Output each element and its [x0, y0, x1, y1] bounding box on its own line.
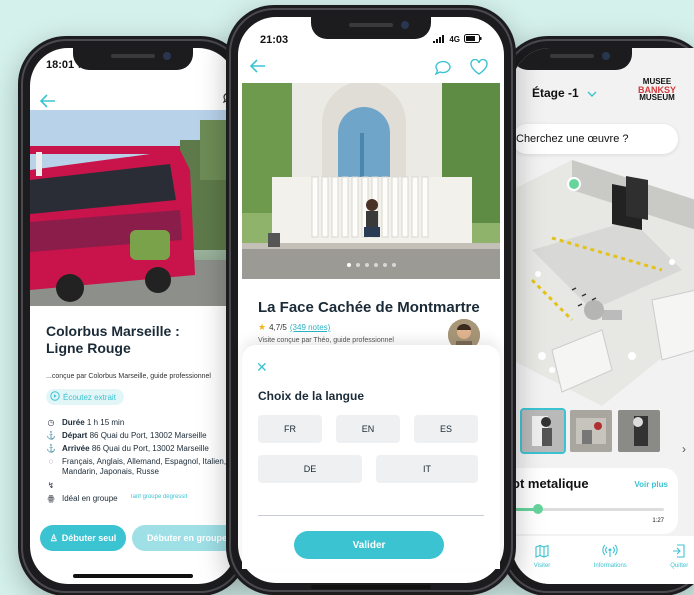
artwork-thumbnail[interactable]	[618, 410, 660, 452]
lang-option-fr[interactable]: FR	[258, 415, 322, 443]
group-icon: ꙮ	[47, 494, 55, 503]
battery-icon	[464, 34, 482, 45]
carousel-dots	[226, 263, 516, 267]
tab-visit[interactable]: Visiter	[534, 544, 550, 584]
tour-title: La Face Cachée de Montmartre	[258, 299, 480, 316]
heart-icon[interactable]	[470, 58, 488, 80]
group-rate: Tarif groupe dégressif	[129, 494, 188, 500]
artwork-thumbnails	[520, 408, 660, 454]
divider	[258, 515, 484, 516]
lang-option-en[interactable]: EN	[336, 415, 400, 443]
progress-knob[interactable]	[532, 504, 543, 514]
bottom-tab-bar: Visiter Informations Quitter	[512, 536, 694, 584]
start-group-button[interactable]: Débuter en groupe	[132, 525, 236, 551]
tour-title: Colorbus Marseille : Ligne Rouge	[46, 323, 180, 356]
floor-label: Étage -1	[532, 86, 579, 100]
lang-option-es[interactable]: ES	[414, 415, 478, 443]
chevron-right-icon[interactable]: ›	[682, 442, 686, 456]
artwork-thumbnail[interactable]	[570, 410, 612, 452]
home-indicator	[73, 574, 193, 578]
banksy-museum-logo: MUSEE BANKSY MUSEUM	[638, 77, 677, 102]
duration-row: ◷ Durée 1 h 15 min	[47, 418, 125, 427]
back-arrow-icon[interactable]	[249, 59, 266, 78]
artwork-thumbnail[interactable]	[520, 408, 566, 454]
tour-author: Visite conçue par Théo, guide profession…	[258, 337, 394, 344]
museum-3d-map[interactable]	[512, 160, 694, 406]
bus-photo	[30, 110, 236, 306]
artwork-search[interactable]: Cherchez une œuvre ?	[512, 124, 678, 154]
artwork-title: ot metalique	[512, 476, 589, 491]
phone-right: Étage -1 MUSEE BANKSY MUSEUM Cherchez un…	[500, 36, 694, 595]
status-time: 21:03	[260, 34, 289, 46]
tab-quit[interactable]: Quitter	[670, 544, 688, 584]
speech-icon: ◌	[48, 457, 54, 466]
chat-icon[interactable]	[434, 59, 452, 80]
group-row: ꙮ Idéal en groupe Tarif groupe dégressif	[47, 494, 188, 503]
languages-row: ◌ Français, Anglais, Allemand, Espagnol, …	[46, 457, 236, 477]
close-icon[interactable]: ✕	[256, 359, 268, 376]
audio-duration: 1:27	[652, 518, 664, 524]
notch	[73, 48, 193, 70]
route-row: ↯	[46, 481, 236, 490]
map-icon	[535, 544, 549, 560]
rating: ★ 4,7/5 (349 notes)	[258, 322, 330, 333]
notch	[311, 17, 431, 39]
phone-center: 21:03 4G La Face Cachée de Montmartre ★ …	[226, 5, 516, 595]
play-circle-icon	[50, 391, 60, 403]
tour-info: ◷ Durée 1 h 15 min ⚓ Départ 86 Quai du Por…	[46, 418, 236, 507]
signal-icon	[433, 34, 445, 45]
phone-left: 18:01 ➚ Colorbus Marseille : L	[18, 36, 248, 595]
anchor-icon: ⚓	[46, 431, 56, 440]
chevron-down-icon	[587, 86, 597, 100]
tour-photo	[242, 83, 500, 279]
departure-row: ⚓ Départ 86 Quai du Port, 13002 Marseille	[46, 431, 207, 440]
exit-icon	[672, 544, 686, 560]
tab-informations[interactable]: Informations	[594, 544, 627, 584]
language-sheet: ✕ Choix de la langue FR EN ES DE IT Vali…	[242, 345, 500, 569]
rating-value: 4,7/5	[269, 323, 287, 332]
screen-right: Étage -1 MUSEE BANKSY MUSEUM Cherchez un…	[512, 48, 694, 584]
network-type: 4G	[449, 35, 460, 44]
listen-excerpt-button[interactable]: Écoutez extrait	[46, 389, 124, 405]
route-icon: ↯	[47, 481, 55, 490]
start-solo-button[interactable]: ♙ Débuter seul	[40, 525, 126, 551]
listen-label: Écoutez extrait	[63, 392, 116, 402]
home-indicator	[311, 585, 431, 589]
sheet-title: Choix de la langue	[258, 389, 365, 403]
star-icon: ★	[258, 322, 267, 332]
lang-option-de[interactable]: DE	[258, 455, 362, 483]
arrival-row: ⚓ Arrivée 86 Quai du Port, 13002 Marseill…	[46, 444, 209, 453]
tour-author: ...conçue par Colorbus Marseille, guide …	[46, 373, 211, 380]
broadcast-icon	[602, 544, 618, 560]
audio-player: ot metalique Voir plus 1:27	[512, 468, 678, 534]
lang-option-it[interactable]: IT	[376, 455, 478, 483]
person-icon: ♙	[49, 532, 58, 543]
notch	[512, 48, 632, 70]
reviews-link[interactable]: (349 notes)	[290, 323, 330, 332]
anchor-icon: ⚓	[46, 444, 56, 453]
clock-icon: ◷	[47, 418, 55, 427]
see-more-link[interactable]: Voir plus	[634, 480, 668, 489]
progress-track[interactable]	[512, 504, 664, 514]
screen-left: 18:01 ➚ Colorbus Marseille : L	[30, 48, 236, 584]
floor-selector[interactable]: Étage -1	[532, 86, 597, 100]
validate-button[interactable]: Valider	[294, 531, 444, 559]
status-indicators: 4G	[433, 34, 482, 45]
